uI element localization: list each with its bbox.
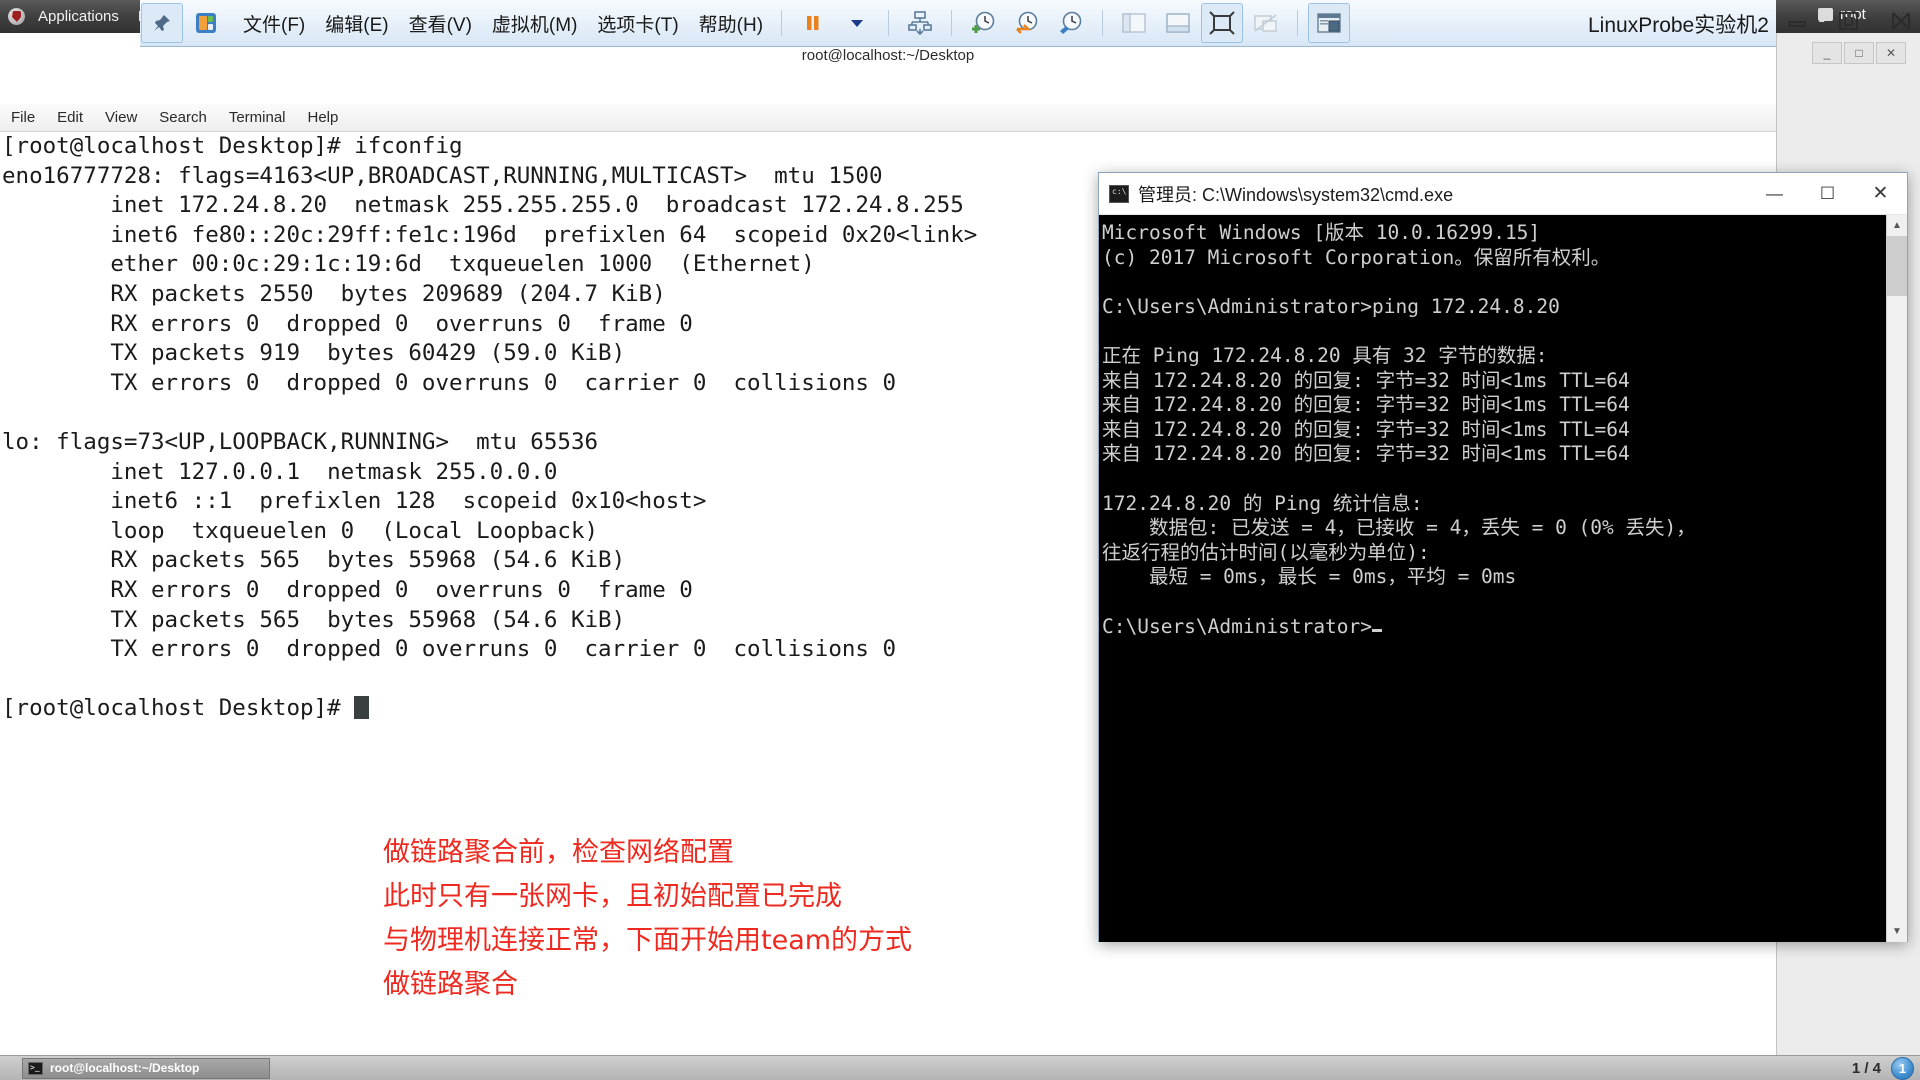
vmware-window-title: LinuxProbe实验机2 <box>1588 14 1769 37</box>
screen-root: Applications Pl e 23:26 root _ □ ✕ <box>0 0 1920 1080</box>
terminal-menu-edit[interactable]: Edit <box>46 109 94 126</box>
terminal-menu-view[interactable]: View <box>94 109 148 126</box>
cmd-console-text: Microsoft Windows [版本 10.0.16299.15] (c)… <box>1102 221 1696 638</box>
console-view-icon[interactable] <box>1308 3 1351 43</box>
terminal-menu-terminal[interactable]: Terminal <box>218 109 297 126</box>
vm-menu-edit[interactable]: 编辑(E) <box>316 7 397 40</box>
vm-menu-vm[interactable]: 虚拟机(M) <box>483 7 586 40</box>
show-thumbnail-icon <box>1157 3 1199 43</box>
host-window-controls: _ □ ✕ <box>1812 42 1906 64</box>
fullscreen-icon[interactable] <box>1201 3 1244 43</box>
vmware-close-button[interactable] <box>1884 6 1918 36</box>
terminal-cursor <box>354 696 370 720</box>
toolbar-separator <box>951 10 953 36</box>
show-sidebar-icon <box>1113 3 1155 43</box>
cmd-title-bar[interactable]: 管理员: C:\Windows\system32\cmd.exe — ☐ ✕ <box>1099 173 1907 215</box>
cmd-exe-window: 管理员: C:\Windows\system32\cmd.exe — ☐ ✕ M… <box>1098 172 1908 942</box>
host-minimize-button[interactable]: _ <box>1812 42 1842 64</box>
taskbar-window-label: root@localhost:~/Desktop <box>50 1061 200 1075</box>
vm-library-icon[interactable] <box>185 3 227 43</box>
workspace-current-badge[interactable]: 1 <box>1891 1056 1914 1080</box>
cmd-console-icon <box>1109 184 1129 203</box>
host-maximize-button[interactable]: □ <box>1844 42 1874 64</box>
vm-tab-title: root@localhost:~/Desktop <box>0 47 1776 69</box>
vm-menu-tabs[interactable]: 选项卡(T) <box>588 7 687 40</box>
vm-menu-file[interactable]: 文件(F) <box>234 7 314 40</box>
terminal-menu-search[interactable]: Search <box>148 109 218 126</box>
vmware-restore-button[interactable] <box>1832 6 1866 36</box>
suspend-icon[interactable] <box>792 3 834 43</box>
toolbar-separator <box>1297 10 1299 36</box>
unity-mode-icon <box>1245 3 1287 43</box>
cmd-scroll-down-button[interactable]: ▼ <box>1886 921 1907 942</box>
vmware-window-controls <box>1780 6 1918 36</box>
gnome-taskbar: root@localhost:~/Desktop 1 / 4 1 <box>0 1055 1920 1080</box>
toolbar-separator <box>1102 10 1104 36</box>
revert-snapshot-icon[interactable] <box>1006 3 1048 43</box>
terminal-menu-bar: File Edit View Search Terminal Help <box>0 104 1776 132</box>
cmd-window-title: 管理员: C:\Windows\system32\cmd.exe <box>1138 184 1454 205</box>
cmd-close-button[interactable]: ✕ <box>1854 173 1907 215</box>
terminal-icon <box>28 1061 43 1075</box>
vmware-toolbar-left-icons <box>140 0 228 47</box>
red-annotation-text: 做链路聚合前，检查网络配置 此时只有一张网卡，且初始配置已完成 与物理机连接正常… <box>383 837 913 1000</box>
host-close-button[interactable]: ✕ <box>1876 42 1906 64</box>
cmd-scroll-up-button[interactable]: ▲ <box>1886 215 1907 236</box>
workspace-indicator-label: 1 / 4 <box>1851 1059 1881 1077</box>
terminal-menu-help[interactable]: Help <box>297 109 350 126</box>
taskbar-right: 1 / 4 1 <box>1851 1056 1920 1080</box>
taskbar-window-button[interactable]: root@localhost:~/Desktop <box>22 1057 270 1079</box>
take-snapshot-icon[interactable] <box>962 3 1004 43</box>
snapshot-icon[interactable] <box>899 3 941 43</box>
cmd-scrollbar[interactable]: ▲ ▼ <box>1886 215 1907 942</box>
cmd-cursor <box>1372 628 1383 632</box>
pin-icon[interactable] <box>141 3 183 43</box>
toolbar-separator <box>888 10 890 36</box>
cmd-console-area[interactable]: Microsoft Windows [版本 10.0.16299.15] (c)… <box>1099 215 1907 942</box>
power-dropdown-icon[interactable] <box>836 3 878 43</box>
cmd-minimize-button[interactable]: — <box>1748 173 1801 215</box>
snapshot-manager-icon[interactable] <box>1050 3 1092 43</box>
cmd-console-body: Microsoft Windows [版本 10.0.16299.15] (c)… <box>1099 215 1886 942</box>
cmd-window-controls: — ☐ ✕ <box>1748 173 1907 215</box>
vmware-menu-bar: 文件(F) 编辑(E) 查看(V) 虚拟机(M) 选项卡(T) 帮助(H) <box>234 7 772 40</box>
toolbar-separator <box>781 10 783 36</box>
cmd-scroll-thumb[interactable] <box>1886 236 1907 296</box>
vm-menu-help[interactable]: 帮助(H) <box>690 7 772 40</box>
vm-menu-view[interactable]: 查看(V) <box>400 7 481 40</box>
terminal-menu-file[interactable]: File <box>0 109 46 126</box>
cmd-maximize-button[interactable]: ☐ <box>1801 173 1854 215</box>
vmware-minimize-button[interactable] <box>1780 6 1814 36</box>
vmware-toolbar: 文件(F) 编辑(E) 查看(V) 虚拟机(M) 选项卡(T) 帮助(H) Li… <box>140 0 1910 47</box>
terminal-output-text: [root@localhost Desktop]# ifconfig eno16… <box>2 133 978 722</box>
